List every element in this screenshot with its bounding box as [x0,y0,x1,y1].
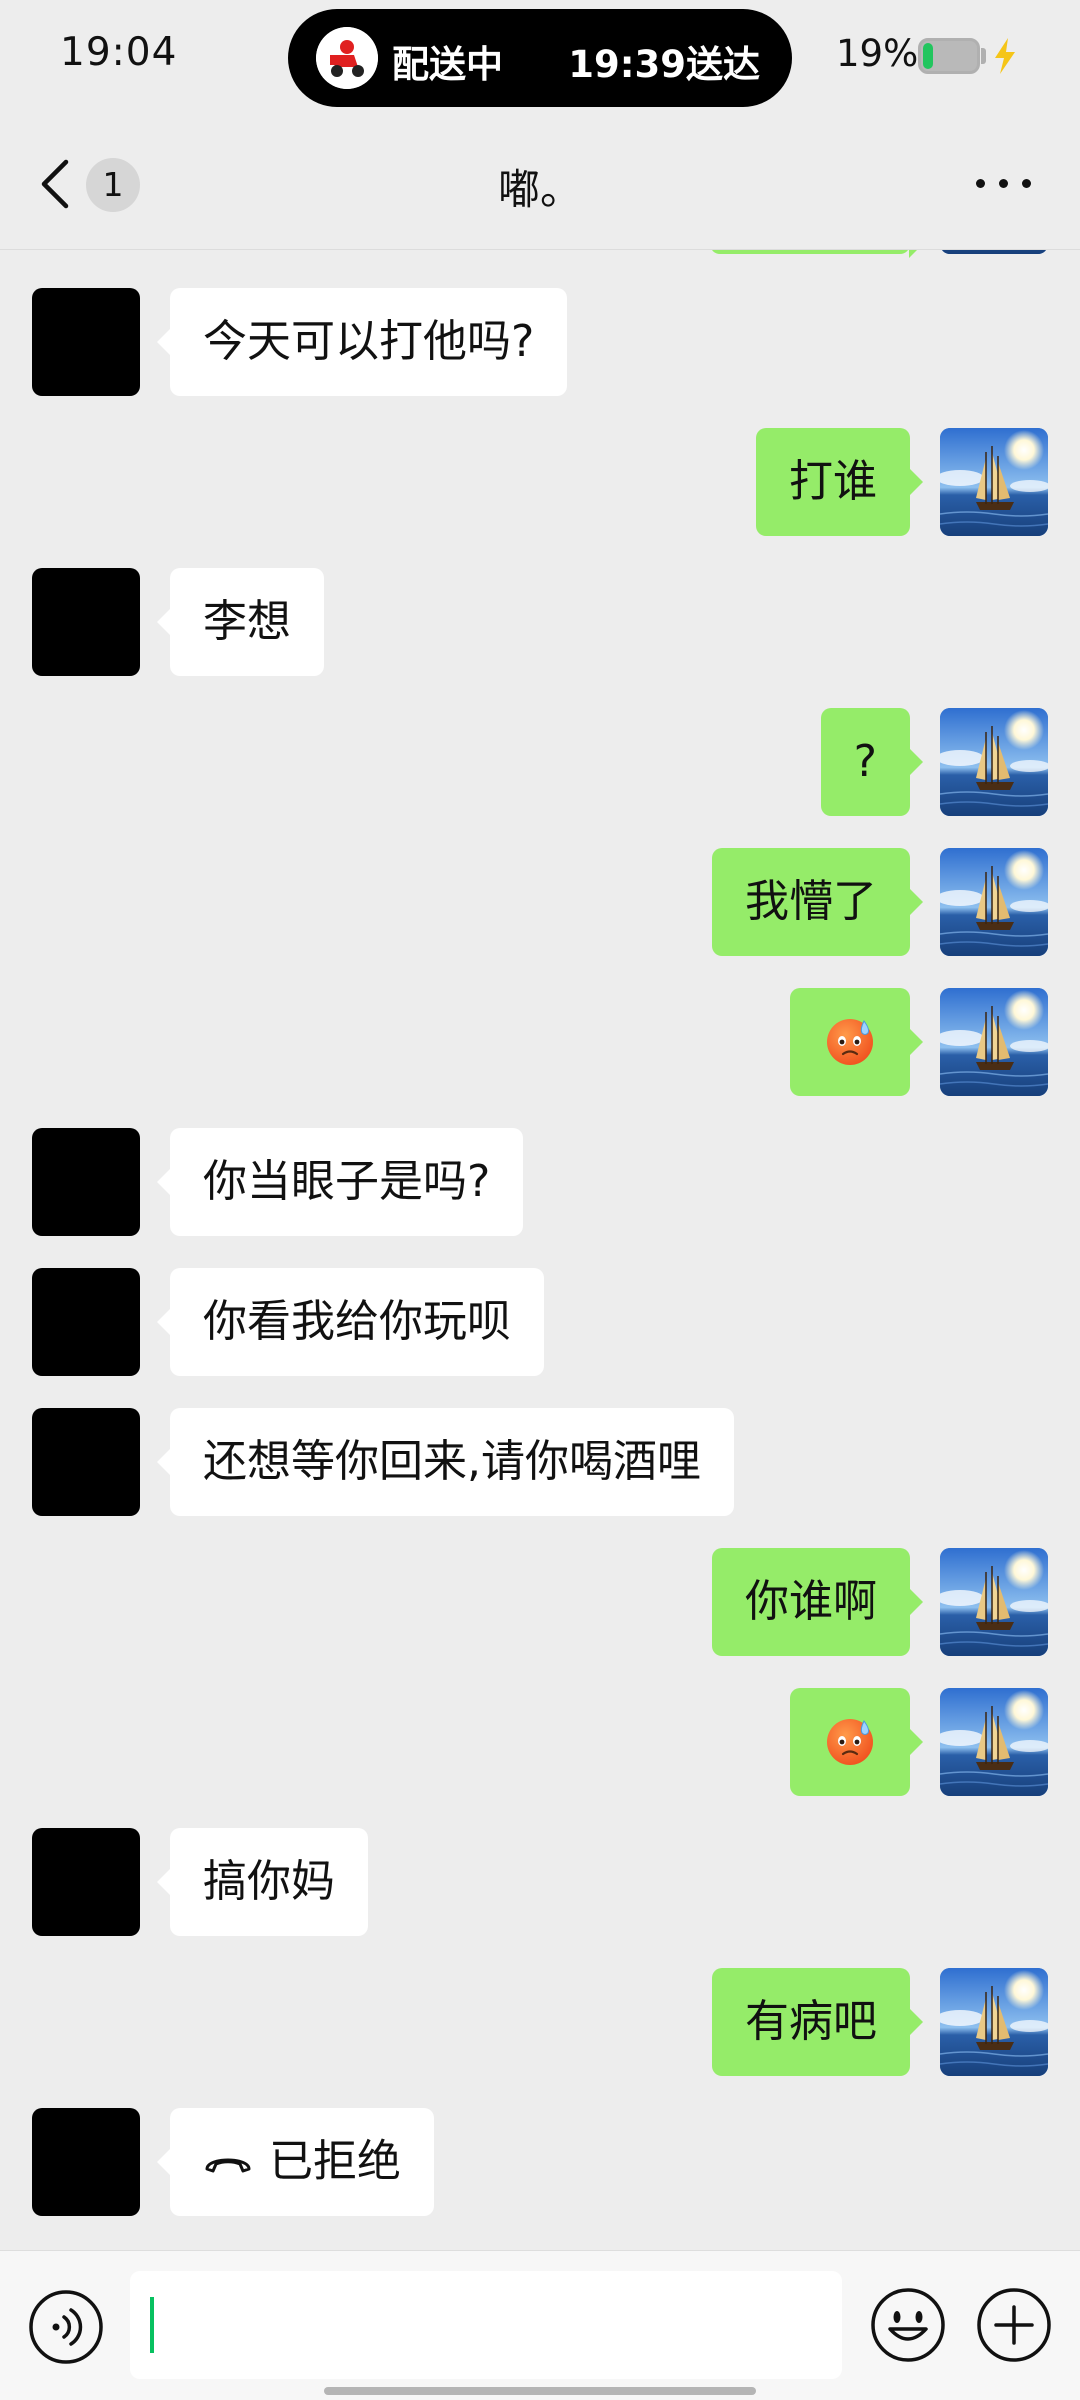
message-bubble[interactable]: 还想等你回来,请你喝酒哩 [157,1408,734,1516]
hangup-icon [205,2158,251,2173]
my-avatar[interactable] [940,988,1048,1096]
sweat-face-emoji-icon [825,1017,875,1067]
message-list[interactable]: 今天可以打他吗? 打谁 李想 ? 我懵了 你当眼子是吗? 你看我给你玩呗 还想等… [0,250,1080,2250]
my-avatar[interactable] [940,428,1048,536]
emoji-message-bubble[interactable] [790,988,923,1096]
text-caret [150,2297,154,2353]
call-record-bubble[interactable]: 已拒绝 [157,2108,434,2216]
message-bubble[interactable]: ? [820,708,924,816]
message-input[interactable] [130,2271,842,2379]
contact-avatar[interactable] [32,2108,140,2216]
previous-message-bubble [710,250,923,258]
chat-title: 嘟。 [497,165,582,214]
more-dots-icon[interactable] [976,172,1032,196]
delivery-live-activity[interactable]: 配送中 19:39送达 [288,9,792,107]
message-bubble[interactable]: 李想 [157,568,324,676]
my-avatar [940,250,1048,254]
message-bubble[interactable]: 今天可以打他吗? [156,288,568,396]
message-bubble[interactable]: 你当眼子是吗? [156,1128,524,1236]
message-bubble[interactable]: 有病吧 [712,1968,923,2076]
message-bubble[interactable]: 你谁啊 [712,1548,923,1656]
contact-avatar[interactable] [32,1268,140,1376]
emoji-icon[interactable] [870,2287,946,2363]
message-bubble[interactable]: 你看我给你玩呗 [157,1268,544,1376]
plus-icon[interactable] [976,2287,1052,2363]
call-status-text: 已拒绝 [269,2136,401,2187]
battery-level-fill [923,43,933,69]
my-avatar[interactable] [940,1548,1048,1656]
battery-percent: 19% [836,32,919,75]
battery-cap [981,48,986,64]
charging-bolt-icon [995,38,1015,74]
chat-header: 1 嘟。 [0,118,1080,250]
my-avatar[interactable] [940,848,1048,956]
battery-icon [918,38,980,74]
home-indicator[interactable] [324,2387,756,2395]
contact-avatar[interactable] [32,1128,140,1236]
my-avatar[interactable] [940,1968,1048,2076]
voice-icon[interactable] [28,2289,104,2365]
contact-avatar[interactable] [32,1828,140,1936]
sweat-face-emoji-icon [825,1717,875,1767]
delivery-scooter-icon [316,27,378,89]
contact-avatar[interactable] [32,288,140,396]
emoji-message-bubble[interactable] [790,1688,923,1796]
status-time: 19:04 [60,30,178,75]
status-bar: 19:04 配送中 19:39送达 19% [0,0,1080,118]
input-bar [0,2250,1080,2400]
message-bubble[interactable]: 我懵了 [712,848,923,956]
message-bubble[interactable]: 搞你妈 [157,1828,368,1936]
message-bubble[interactable]: 打谁 [756,428,923,536]
contact-avatar[interactable] [32,1408,140,1516]
my-avatar[interactable] [940,1688,1048,1796]
delivery-eta: 19:39送达 [568,43,760,86]
contact-avatar[interactable] [32,568,140,676]
delivery-status: 配送中 [392,43,503,86]
my-avatar[interactable] [940,708,1048,816]
